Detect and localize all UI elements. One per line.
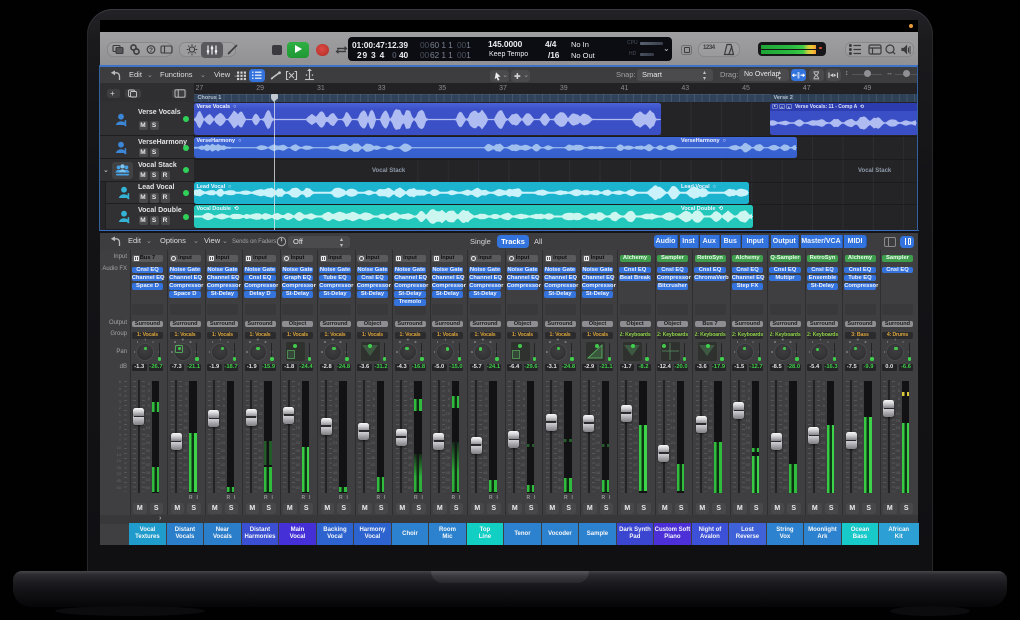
svg-text:?: ? bbox=[149, 47, 153, 54]
